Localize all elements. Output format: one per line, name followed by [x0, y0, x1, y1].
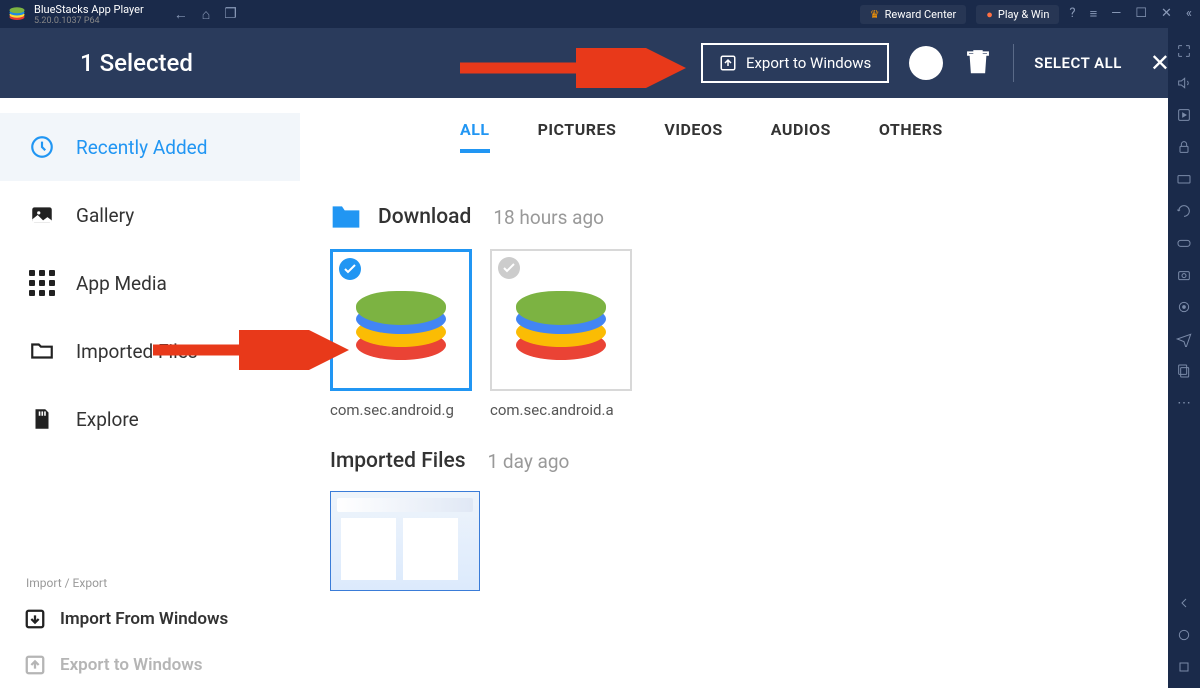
copy-icon[interactable] [1175, 362, 1193, 380]
nav-home-icon[interactable]: ⌂ [202, 6, 210, 23]
play-icon[interactable] [1175, 106, 1193, 124]
bluestacks-stack-icon [516, 280, 606, 360]
import-from-windows-button[interactable]: Import From Windows [0, 596, 300, 642]
checkbox-icon[interactable] [498, 257, 520, 279]
rotate-icon[interactable] [1175, 202, 1193, 220]
close-selection-icon[interactable]: ✕ [1150, 49, 1170, 77]
nav-recent-icon[interactable]: ❐ [224, 6, 237, 23]
sidebar-item-gallery[interactable]: Gallery [0, 181, 300, 249]
sidebar-item-label: Imported Files [76, 340, 198, 363]
checkbox-icon[interactable] [339, 258, 361, 280]
android-recent-icon[interactable] [1175, 658, 1193, 676]
android-home-icon[interactable] [1175, 626, 1193, 644]
folder-icon [330, 203, 362, 231]
window-collapse-icon[interactable]: « [1186, 6, 1192, 22]
more-icon[interactable]: ⋯ [1175, 394, 1193, 412]
nav-back-icon[interactable]: ← [174, 6, 188, 23]
export-icon [719, 54, 737, 72]
keyboard-icon[interactable] [1175, 170, 1193, 188]
bluestacks-stack-icon [356, 280, 446, 360]
help-icon[interactable]: ? [1069, 6, 1075, 22]
section-time: 1 day ago [488, 450, 570, 473]
tab-all[interactable]: ALL [460, 120, 490, 153]
window-close-icon[interactable]: ✕ [1161, 6, 1172, 22]
app-name: BlueStacks App Player [34, 3, 144, 16]
lock-icon[interactable] [1175, 138, 1193, 156]
section-imported: Imported Files 1 day ago [330, 449, 1138, 591]
sidebar-item-label: Explore [76, 408, 139, 431]
window-minimize-icon[interactable]: — [1111, 6, 1121, 22]
section-time: 18 hours ago [493, 206, 604, 229]
play-win-button[interactable]: ●Play & Win [976, 5, 1059, 24]
section-title: Imported Files [330, 449, 466, 473]
tab-videos[interactable]: VIDEOS [664, 120, 722, 153]
file-item[interactable]: com.sec.android.a [490, 249, 632, 419]
sidebar-item-label: App Media [76, 272, 167, 295]
bluestacks-logo-icon [8, 5, 26, 23]
folder-outline-icon [28, 337, 56, 365]
sidebar-item-app-media[interactable]: App Media [0, 249, 300, 317]
sidebar-item-explore[interactable]: Explore [0, 385, 300, 453]
sidebar-item-label: Gallery [76, 204, 134, 227]
clock-icon [28, 133, 56, 161]
reward-center-button[interactable]: ♛Reward Center [860, 5, 967, 24]
section-download: Download 18 hours ago com.sec.android. [330, 203, 1138, 419]
volume-icon[interactable] [1175, 74, 1193, 92]
tab-others[interactable]: OTHERS [879, 120, 943, 153]
sidebar-item-label: Recently Added [76, 136, 207, 159]
content-area: ALL PICTURES VIDEOS AUDIOS OTHERS Downlo… [300, 98, 1168, 688]
tab-pictures[interactable]: PICTURES [538, 120, 617, 153]
gallery-icon [28, 201, 56, 229]
divider [1013, 44, 1014, 82]
imported-file-thumb[interactable] [330, 491, 480, 591]
location-icon[interactable] [1175, 298, 1193, 316]
sidebar-item-imported-files[interactable]: Imported Files [0, 317, 300, 385]
screenshot-icon[interactable] [1175, 266, 1193, 284]
file-name: com.sec.android.a [490, 401, 632, 419]
sdcard-icon [28, 405, 56, 433]
delete-button[interactable] [963, 44, 993, 82]
titlebar: BlueStacks App Player 5.20.0.1037 P64 ← … [0, 0, 1200, 28]
fullscreen-icon[interactable] [1175, 42, 1193, 60]
filter-tabs: ALL PICTURES VIDEOS AUDIOS OTHERS [460, 120, 1138, 153]
import-icon [24, 608, 46, 630]
file-name: com.sec.android.g [330, 401, 472, 419]
sidebar: Recently Added Gallery App Media Importe… [0, 98, 300, 688]
plane-icon[interactable] [1175, 330, 1193, 348]
tab-audios[interactable]: AUDIOS [771, 120, 831, 153]
sidebar-item-recently-added[interactable]: Recently Added [0, 113, 300, 181]
menu-icon[interactable]: ≡ [1090, 6, 1098, 22]
select-all-button[interactable]: SELECT ALL [1034, 54, 1122, 72]
sidebar-footer-label: Import / Export [0, 570, 300, 596]
selection-count: 1 Selected [80, 49, 193, 77]
right-toolbar: ⋯ [1168, 28, 1200, 688]
section-title: Download [378, 205, 471, 229]
gamepad-icon[interactable] [1175, 234, 1193, 252]
file-item[interactable]: com.sec.android.g [330, 249, 472, 419]
app-version: 5.20.0.1037 P64 [34, 16, 144, 26]
window-maximize-icon[interactable]: ☐ [1135, 6, 1147, 22]
selection-header: 1 Selected Export to Windows SELECT ALL … [0, 28, 1200, 98]
export-to-windows-sidebar-button[interactable]: Export to Windows [0, 642, 300, 688]
export-to-windows-button[interactable]: Export to Windows [701, 43, 889, 83]
share-button[interactable] [909, 46, 943, 80]
grid-icon [28, 269, 56, 297]
export-icon [24, 654, 46, 676]
android-back-icon[interactable] [1175, 594, 1193, 612]
